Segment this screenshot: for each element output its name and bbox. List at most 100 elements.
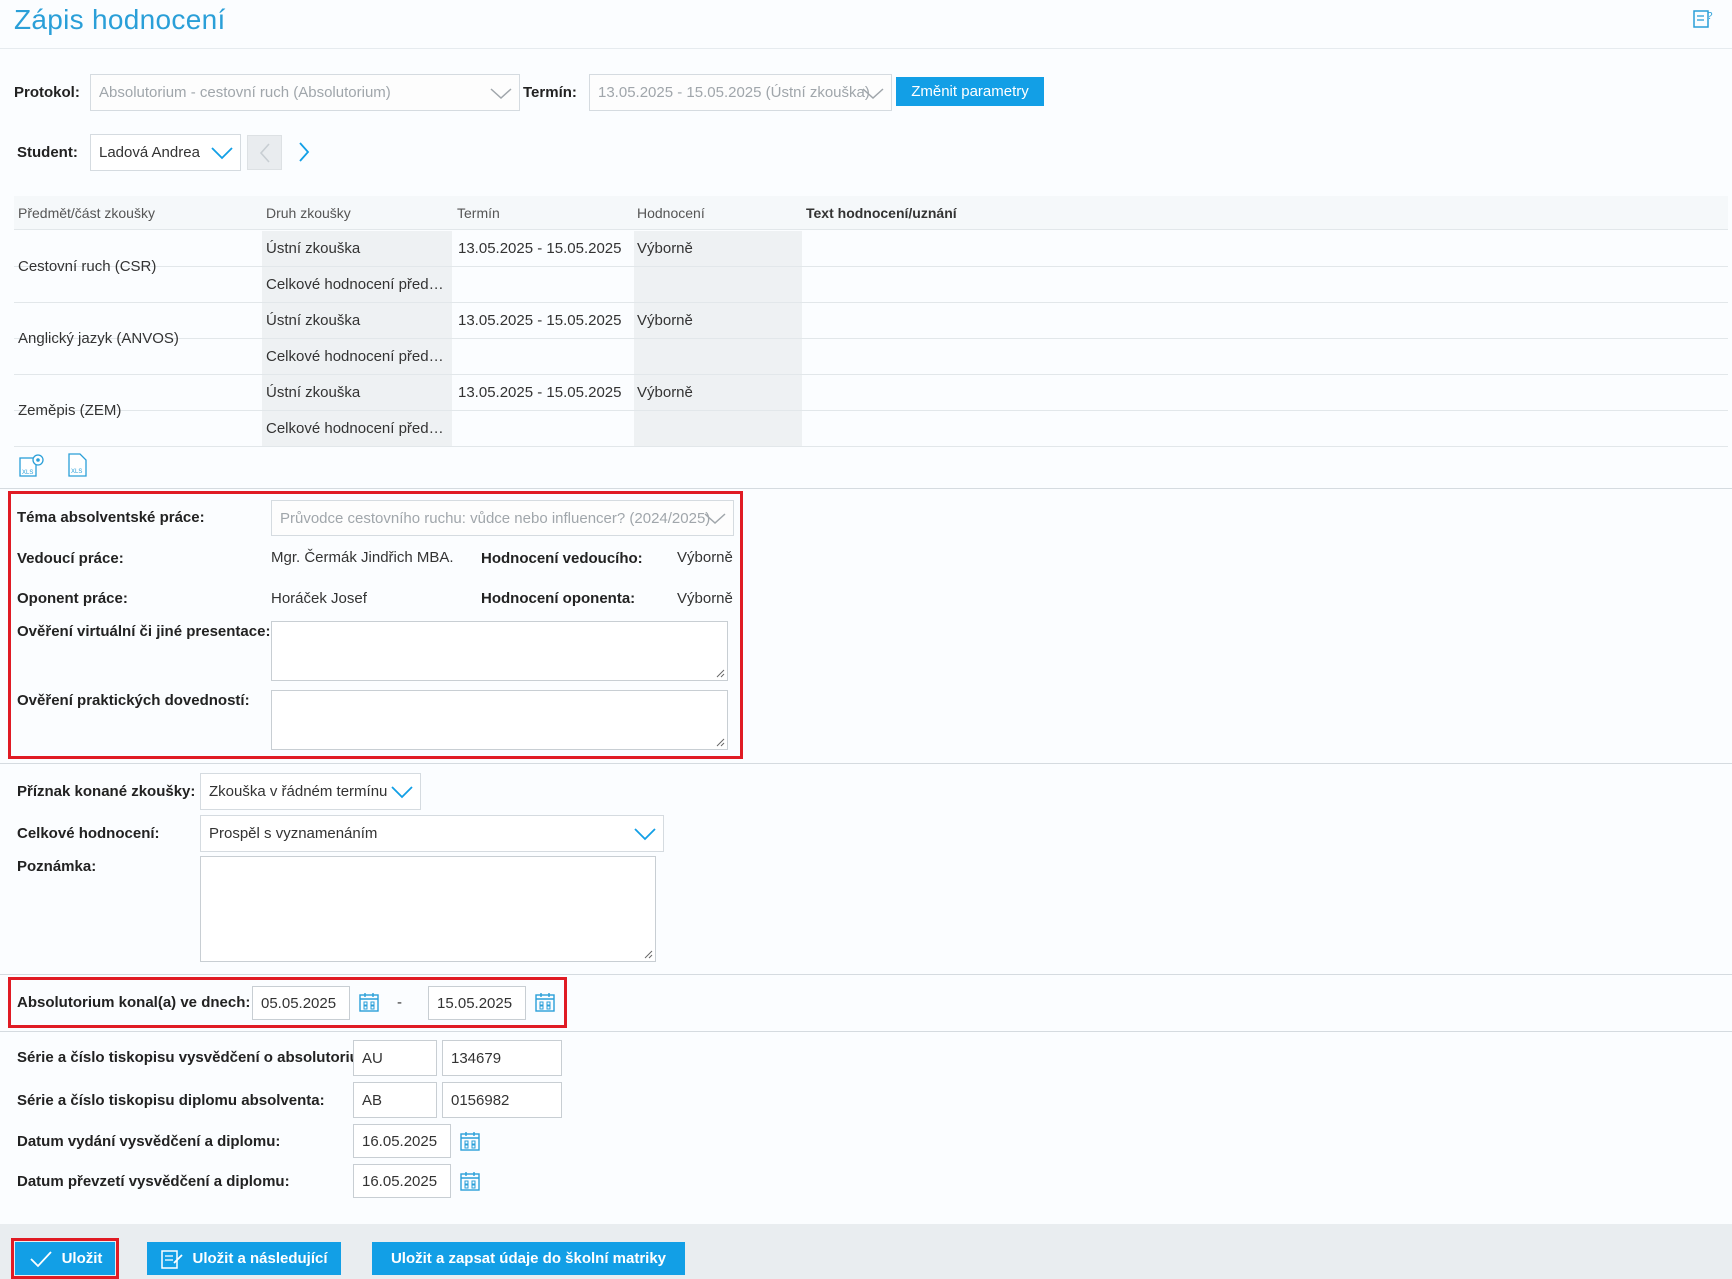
table-cell-hodnoceni: Výborně bbox=[637, 312, 693, 329]
chevron-right-icon bbox=[299, 142, 310, 162]
serie-vysvedceni-input[interactable]: AU bbox=[353, 1040, 437, 1076]
table-cell-hodnoceni: Výborně bbox=[637, 384, 693, 401]
protokol-select[interactable]: Absolutorium - cestovní ruch (Absolutori… bbox=[90, 74, 520, 111]
priznak-label: Příznak konané zkoušky: bbox=[17, 783, 196, 800]
protokol-value: Absolutorium - cestovní ruch (Absolutori… bbox=[99, 84, 391, 101]
vedouci-value: Mgr. Čermák Jindřich MBA. bbox=[271, 549, 454, 566]
termin-select[interactable]: 13.05.2025 - 15.05.2025 (Ústní zkouška) bbox=[589, 74, 892, 111]
chevron-down-icon bbox=[862, 87, 884, 99]
resize-grip-icon[interactable] bbox=[643, 949, 653, 959]
table-cell-druh: Ústní zkouška bbox=[266, 384, 361, 401]
save-matrika-label: Uložit a zapsat údaje do školní matriky bbox=[390, 1250, 667, 1267]
date-to-value: 15.05.2025 bbox=[437, 994, 513, 1012]
svg-text:XLS: XLS bbox=[22, 470, 33, 476]
chevron-down-icon bbox=[490, 87, 512, 99]
chevron-left-icon bbox=[259, 143, 270, 163]
prakticke-textarea[interactable] bbox=[271, 690, 728, 750]
chevron-down-icon bbox=[704, 513, 726, 525]
datum-vydani-input[interactable]: 16.05.2025 bbox=[353, 1124, 451, 1158]
table-row-subject: Zeměpis (ZEM) bbox=[18, 401, 122, 419]
col-header-druh: Druh zkoušky bbox=[266, 205, 351, 221]
svg-text:?: ? bbox=[1707, 11, 1713, 22]
resize-grip-icon[interactable] bbox=[715, 737, 725, 747]
poznamka-textarea[interactable] bbox=[200, 856, 656, 962]
tema-value: Průvodce cestovního ruchu: vůdce nebo in… bbox=[280, 509, 711, 527]
help-icon[interactable]: ? bbox=[1692, 8, 1714, 30]
row-divider bbox=[14, 446, 1728, 447]
page-title: Zápis hodnocení bbox=[14, 4, 226, 35]
datum-prevzeti-label: Datum převzetí vysvědčení a diplomu: bbox=[17, 1173, 290, 1190]
save-matrika-button[interactable]: Uložit a zapsat údaje do školní matriky bbox=[372, 1242, 685, 1275]
save-label: Uložit bbox=[61, 1250, 103, 1267]
calendar-icon[interactable] bbox=[459, 1170, 481, 1192]
termin-label: Termín: bbox=[523, 84, 577, 101]
results-table-header: Předmět/část zkoušky Druh zkoušky Termín… bbox=[14, 196, 1728, 230]
calendar-icon[interactable] bbox=[459, 1130, 481, 1152]
calendar-icon[interactable] bbox=[358, 991, 380, 1013]
date-to-input[interactable]: 15.05.2025 bbox=[428, 986, 526, 1020]
priznak-select[interactable]: Zkouška v řádném termínu bbox=[200, 773, 421, 810]
change-params-button[interactable]: Změnit parametry bbox=[896, 77, 1044, 106]
serie-diplomu-label: Série a číslo tiskopisu diplomu absolven… bbox=[17, 1092, 325, 1109]
celkove-select[interactable]: Prospěl s vyznamenáním bbox=[200, 815, 664, 852]
table-cell-druh: Ústní zkouška bbox=[266, 240, 361, 257]
serie-diplomu-input[interactable]: AB bbox=[353, 1082, 437, 1118]
table-cell-termin: 13.05.2025 - 15.05.2025 bbox=[458, 312, 622, 329]
resize-grip-icon[interactable] bbox=[715, 668, 725, 678]
table-cell-hodnoceni: Výborně bbox=[637, 240, 693, 257]
hodnoceni-oponenta-label: Hodnocení oponenta: bbox=[481, 590, 636, 607]
oponent-label: Oponent práce: bbox=[17, 590, 128, 607]
chevron-down-icon bbox=[634, 827, 656, 840]
datum-prevzeti-input[interactable]: 16.05.2025 bbox=[353, 1164, 451, 1198]
table-cell-druh: Celkové hodnocení před… bbox=[266, 348, 444, 365]
hodnoceni-oponenta-value: Výborně bbox=[677, 590, 733, 607]
datum-vydani-label: Datum vydání vysvědčení a diplomu: bbox=[17, 1133, 281, 1150]
table-cell-termin: 13.05.2025 - 15.05.2025 bbox=[458, 384, 622, 401]
vedouci-label: Vedoucí práce: bbox=[17, 550, 124, 567]
virtual-textarea[interactable] bbox=[271, 621, 728, 681]
datum-prevzeti-value: 16.05.2025 bbox=[362, 1172, 438, 1190]
section-divider bbox=[0, 488, 1732, 489]
document-edit-icon bbox=[161, 1249, 184, 1269]
cislo-vysvedceni-value: 134679 bbox=[451, 1049, 502, 1067]
oponent-value: Horáček Josef bbox=[271, 590, 367, 607]
serie-vysvedceni-label: Série a číslo tiskopisu vysvědčení o abs… bbox=[17, 1049, 364, 1066]
table-cell-druh: Celkové hodnocení před… bbox=[266, 276, 444, 293]
hodnoceni-vedouciho-value: Výborně bbox=[677, 549, 733, 566]
col-header-predmet: Předmět/část zkoušky bbox=[18, 205, 155, 221]
chevron-down-icon bbox=[391, 785, 413, 798]
tema-select[interactable]: Průvodce cestovního ruchu: vůdce nebo in… bbox=[271, 500, 734, 536]
table-row-subject: Cestovní ruch (CSR) bbox=[18, 257, 157, 275]
save-next-button[interactable]: Uložit a následující bbox=[147, 1242, 341, 1275]
virtual-label: Ověření virtuální či jiné presentace: bbox=[17, 623, 271, 640]
termin-value: 13.05.2025 - 15.05.2025 (Ústní zkouška) bbox=[598, 84, 870, 101]
xls-settings-icon[interactable]: XLS bbox=[18, 452, 48, 478]
serie-diplomu-value: AB bbox=[362, 1091, 383, 1109]
check-icon bbox=[29, 1250, 52, 1267]
tema-label: Téma absolventské práce: bbox=[17, 509, 205, 526]
section-divider bbox=[0, 763, 1732, 764]
student-label: Student: bbox=[17, 144, 78, 161]
cislo-diplomu-input[interactable]: 0156982 bbox=[442, 1082, 562, 1118]
chevron-down-icon bbox=[211, 146, 233, 159]
next-student-button[interactable] bbox=[290, 135, 320, 170]
student-value: Ladová Andrea bbox=[99, 144, 200, 161]
col-header-termin: Termín bbox=[457, 205, 500, 221]
protokol-label: Protokol: bbox=[14, 84, 80, 101]
date-range-dash: - bbox=[397, 994, 402, 1011]
konal-label: Absolutorium konal(a) ve dnech: bbox=[17, 994, 251, 1011]
section-divider bbox=[0, 974, 1732, 975]
col-header-hodnoceni: Hodnocení bbox=[637, 205, 705, 221]
title-divider bbox=[0, 48, 1732, 49]
xls-export-icon[interactable]: XLS bbox=[66, 452, 90, 478]
date-from-input[interactable]: 05.05.2025 bbox=[252, 986, 350, 1020]
student-select[interactable]: Ladová Andrea bbox=[90, 134, 241, 171]
datum-vydani-value: 16.05.2025 bbox=[362, 1132, 438, 1150]
save-button[interactable]: Uložit bbox=[15, 1242, 115, 1275]
table-row-subject: Anglický jazyk (ANVOS) bbox=[18, 329, 179, 347]
calendar-icon[interactable] bbox=[534, 991, 556, 1013]
priznak-value: Zkouška v řádném termínu bbox=[209, 783, 388, 800]
celkove-value: Prospěl s vyznamenáním bbox=[209, 825, 378, 842]
cislo-vysvedceni-input[interactable]: 134679 bbox=[442, 1040, 562, 1076]
prev-student-button[interactable] bbox=[247, 135, 282, 170]
